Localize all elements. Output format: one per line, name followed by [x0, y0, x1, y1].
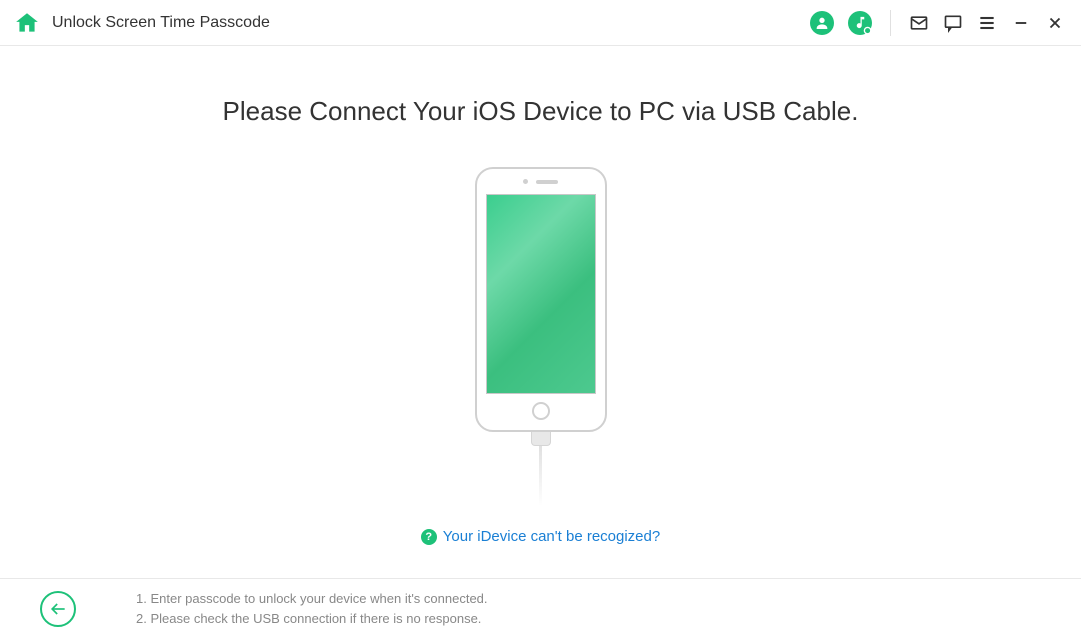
titlebar-left: Unlock Screen Time Passcode — [14, 10, 270, 36]
phone-home-button-icon — [532, 402, 550, 420]
footer-line-2: 2. Please check the USB connection if th… — [136, 609, 488, 629]
close-icon[interactable] — [1045, 13, 1065, 33]
user-account-icon[interactable] — [810, 11, 834, 35]
help-link-row: ? Your iDevice can't be recogized? — [421, 528, 660, 545]
main-content: Please Connect Your iOS Device to PC via… — [0, 46, 1081, 578]
help-link[interactable]: Your iDevice can't be recogized? — [443, 528, 660, 545]
titlebar-divider — [890, 10, 891, 36]
cable-connector-icon — [531, 432, 551, 446]
phone-top — [523, 179, 558, 184]
phone-body — [475, 167, 607, 432]
menu-icon[interactable] — [977, 13, 997, 33]
home-icon[interactable] — [14, 10, 40, 36]
phone-speaker-icon — [536, 180, 558, 184]
footer-instructions: 1. Enter passcode to unlock your device … — [136, 589, 488, 628]
question-mark-icon: ? — [421, 529, 437, 545]
footer: 1. Enter passcode to unlock your device … — [0, 578, 1081, 638]
phone-screen — [486, 194, 596, 394]
feedback-icon[interactable] — [943, 13, 963, 33]
mail-icon[interactable] — [909, 13, 929, 33]
titlebar: Unlock Screen Time Passcode — [0, 0, 1081, 46]
headline: Please Connect Your iOS Device to PC via… — [223, 96, 859, 127]
minimize-icon[interactable] — [1011, 13, 1031, 33]
phone-camera-icon — [523, 179, 528, 184]
music-icon[interactable] — [848, 11, 872, 35]
titlebar-right — [810, 10, 1065, 36]
back-button[interactable] — [40, 591, 76, 627]
page-title: Unlock Screen Time Passcode — [52, 14, 270, 32]
cable-wire-icon — [539, 446, 542, 506]
footer-line-1: 1. Enter passcode to unlock your device … — [136, 589, 488, 609]
phone-illustration — [475, 167, 607, 506]
